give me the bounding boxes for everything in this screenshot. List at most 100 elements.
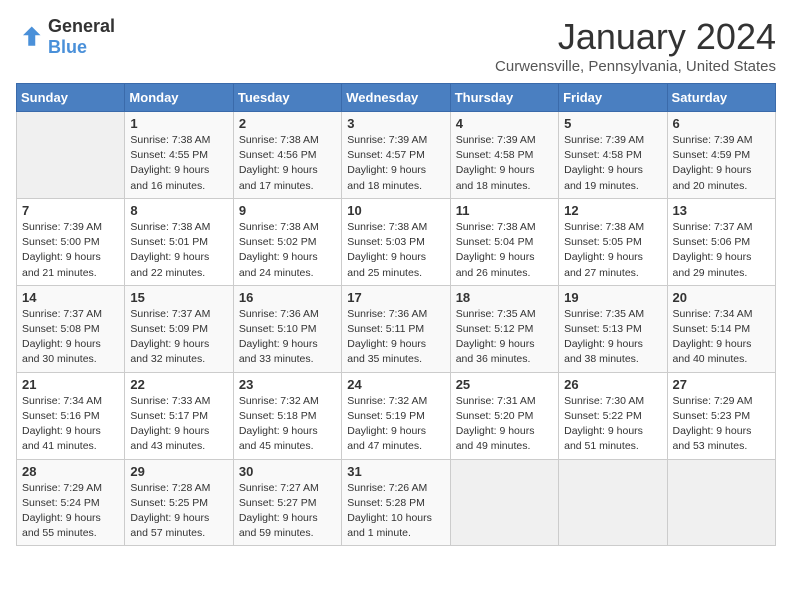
day-info: Sunrise: 7:32 AM Sunset: 5:18 PM Dayligh… [239, 394, 336, 455]
day-number: 31 [347, 464, 444, 479]
day-number: 25 [456, 377, 553, 392]
calendar-week-row: 14Sunrise: 7:37 AM Sunset: 5:08 PM Dayli… [17, 285, 776, 372]
day-info: Sunrise: 7:29 AM Sunset: 5:24 PM Dayligh… [22, 481, 119, 542]
day-number: 9 [239, 203, 336, 218]
day-number: 19 [564, 290, 661, 305]
day-number: 21 [22, 377, 119, 392]
calendar-cell: 7 Sunrise: 7:39 AM Sunset: 5:00 PM Daylig… [17, 198, 125, 285]
day-info: Sunrise: 7:28 AM Sunset: 5:25 PM Dayligh… [130, 481, 227, 542]
day-info: Sunrise: 7:34 AM Sunset: 5:16 PM Dayligh… [22, 394, 119, 455]
day-number: 11 [456, 203, 553, 218]
calendar-cell: 23 Sunrise: 7:32 AM Sunset: 5:18 PM Dayli… [233, 372, 341, 459]
day-number: 30 [239, 464, 336, 479]
calendar-cell: 13 Sunrise: 7:37 AM Sunset: 5:06 PM Dayli… [667, 198, 775, 285]
calendar-cell: 19 Sunrise: 7:35 AM Sunset: 5:13 PM Dayli… [559, 285, 667, 372]
calendar-week-row: 1Sunrise: 7:38 AM Sunset: 4:55 PM Daylig… [17, 112, 776, 199]
logo: General Blue [16, 16, 115, 58]
calendar-cell: 22 Sunrise: 7:33 AM Sunset: 5:17 PM Dayli… [125, 372, 233, 459]
day-number: 20 [673, 290, 770, 305]
calendar-cell: 9 Sunrise: 7:38 AM Sunset: 5:02 PM Daylig… [233, 198, 341, 285]
day-number: 8 [130, 203, 227, 218]
page-header: General Blue January 2024 Curwensville, … [16, 16, 776, 75]
calendar-header-friday: Friday [559, 84, 667, 112]
calendar-cell [17, 112, 125, 199]
calendar-cell: 20 Sunrise: 7:34 AM Sunset: 5:14 PM Dayli… [667, 285, 775, 372]
day-info: Sunrise: 7:35 AM Sunset: 5:13 PM Dayligh… [564, 307, 661, 368]
day-info: Sunrise: 7:38 AM Sunset: 4:55 PM Dayligh… [130, 133, 227, 194]
calendar-cell: 11Sunrise: 7:38 AM Sunset: 5:04 PM Dayli… [450, 198, 558, 285]
day-number: 2 [239, 116, 336, 131]
day-number: 15 [130, 290, 227, 305]
day-info: Sunrise: 7:36 AM Sunset: 5:10 PM Dayligh… [239, 307, 336, 368]
day-number: 13 [673, 203, 770, 218]
calendar-table: SundayMondayTuesdayWednesdayThursdayFrid… [16, 83, 776, 546]
day-number: 7 [22, 203, 119, 218]
day-info: Sunrise: 7:39 AM Sunset: 4:59 PM Dayligh… [673, 133, 770, 194]
calendar-cell: 4 Sunrise: 7:39 AM Sunset: 4:58 PM Daylig… [450, 112, 558, 199]
day-info: Sunrise: 7:39 AM Sunset: 5:00 PM Dayligh… [22, 220, 119, 281]
calendar-header-wednesday: Wednesday [342, 84, 450, 112]
day-info: Sunrise: 7:39 AM Sunset: 4:58 PM Dayligh… [456, 133, 553, 194]
day-info: Sunrise: 7:26 AM Sunset: 5:28 PM Dayligh… [347, 481, 444, 542]
day-info: Sunrise: 7:27 AM Sunset: 5:27 PM Dayligh… [239, 481, 336, 542]
calendar-cell: 21 Sunrise: 7:34 AM Sunset: 5:16 PM Dayli… [17, 372, 125, 459]
day-info: Sunrise: 7:37 AM Sunset: 5:08 PM Dayligh… [22, 307, 119, 368]
calendar-week-row: 28 Sunrise: 7:29 AM Sunset: 5:24 PM Dayli… [17, 459, 776, 546]
day-info: Sunrise: 7:33 AM Sunset: 5:17 PM Dayligh… [130, 394, 227, 455]
calendar-cell: 17Sunrise: 7:36 AM Sunset: 5:11 PM Dayli… [342, 285, 450, 372]
calendar-cell: 16Sunrise: 7:36 AM Sunset: 5:10 PM Dayli… [233, 285, 341, 372]
calendar-cell [667, 459, 775, 546]
day-number: 29 [130, 464, 227, 479]
calendar-cell: 10 Sunrise: 7:38 AM Sunset: 5:03 PM Dayli… [342, 198, 450, 285]
day-info: Sunrise: 7:35 AM Sunset: 5:12 PM Dayligh… [456, 307, 553, 368]
calendar-cell: 18 Sunrise: 7:35 AM Sunset: 5:12 PM Dayli… [450, 285, 558, 372]
location: Curwensville, Pennsylvania, United State… [495, 58, 776, 75]
calendar-cell: 26 Sunrise: 7:30 AM Sunset: 5:22 PM Dayli… [559, 372, 667, 459]
calendar-cell: 28 Sunrise: 7:29 AM Sunset: 5:24 PM Dayli… [17, 459, 125, 546]
calendar-cell: 31 Sunrise: 7:26 AM Sunset: 5:28 PM Dayli… [342, 459, 450, 546]
calendar-cell: 24 Sunrise: 7:32 AM Sunset: 5:19 PM Dayli… [342, 372, 450, 459]
day-info: Sunrise: 7:38 AM Sunset: 5:03 PM Dayligh… [347, 220, 444, 281]
calendar-week-row: 7 Sunrise: 7:39 AM Sunset: 5:00 PM Daylig… [17, 198, 776, 285]
day-info: Sunrise: 7:37 AM Sunset: 5:09 PM Dayligh… [130, 307, 227, 368]
day-number: 4 [456, 116, 553, 131]
day-info: Sunrise: 7:38 AM Sunset: 5:02 PM Dayligh… [239, 220, 336, 281]
calendar-header-monday: Monday [125, 84, 233, 112]
day-info: Sunrise: 7:32 AM Sunset: 5:19 PM Dayligh… [347, 394, 444, 455]
day-info: Sunrise: 7:38 AM Sunset: 4:56 PM Dayligh… [239, 133, 336, 194]
day-info: Sunrise: 7:38 AM Sunset: 5:01 PM Dayligh… [130, 220, 227, 281]
day-info: Sunrise: 7:37 AM Sunset: 5:06 PM Dayligh… [673, 220, 770, 281]
calendar-header-thursday: Thursday [450, 84, 558, 112]
calendar-cell [559, 459, 667, 546]
calendar-header-tuesday: Tuesday [233, 84, 341, 112]
day-number: 18 [456, 290, 553, 305]
calendar-cell: 8 Sunrise: 7:38 AM Sunset: 5:01 PM Daylig… [125, 198, 233, 285]
logo-general: General [48, 16, 115, 36]
day-number: 27 [673, 377, 770, 392]
month-title: January 2024 [495, 16, 776, 58]
calendar-cell: 1Sunrise: 7:38 AM Sunset: 4:55 PM Daylig… [125, 112, 233, 199]
calendar-cell: 15 Sunrise: 7:37 AM Sunset: 5:09 PM Dayli… [125, 285, 233, 372]
day-number: 28 [22, 464, 119, 479]
calendar-cell: 3 Sunrise: 7:39 AM Sunset: 4:57 PM Daylig… [342, 112, 450, 199]
day-number: 5 [564, 116, 661, 131]
title-block: January 2024 Curwensville, Pennsylvania,… [495, 16, 776, 75]
calendar-header-sunday: Sunday [17, 84, 125, 112]
calendar-cell: 5 Sunrise: 7:39 AM Sunset: 4:58 PM Daylig… [559, 112, 667, 199]
logo-icon [16, 23, 44, 51]
calendar-cell: 2 Sunrise: 7:38 AM Sunset: 4:56 PM Daylig… [233, 112, 341, 199]
day-number: 10 [347, 203, 444, 218]
calendar-cell [450, 459, 558, 546]
calendar-cell: 25Sunrise: 7:31 AM Sunset: 5:20 PM Dayli… [450, 372, 558, 459]
day-info: Sunrise: 7:39 AM Sunset: 4:57 PM Dayligh… [347, 133, 444, 194]
day-number: 26 [564, 377, 661, 392]
day-info: Sunrise: 7:30 AM Sunset: 5:22 PM Dayligh… [564, 394, 661, 455]
day-number: 3 [347, 116, 444, 131]
calendar-cell: 30 Sunrise: 7:27 AM Sunset: 5:27 PM Dayli… [233, 459, 341, 546]
day-info: Sunrise: 7:39 AM Sunset: 4:58 PM Dayligh… [564, 133, 661, 194]
day-info: Sunrise: 7:34 AM Sunset: 5:14 PM Dayligh… [673, 307, 770, 368]
day-number: 23 [239, 377, 336, 392]
day-number: 22 [130, 377, 227, 392]
day-number: 6 [673, 116, 770, 131]
day-number: 24 [347, 377, 444, 392]
